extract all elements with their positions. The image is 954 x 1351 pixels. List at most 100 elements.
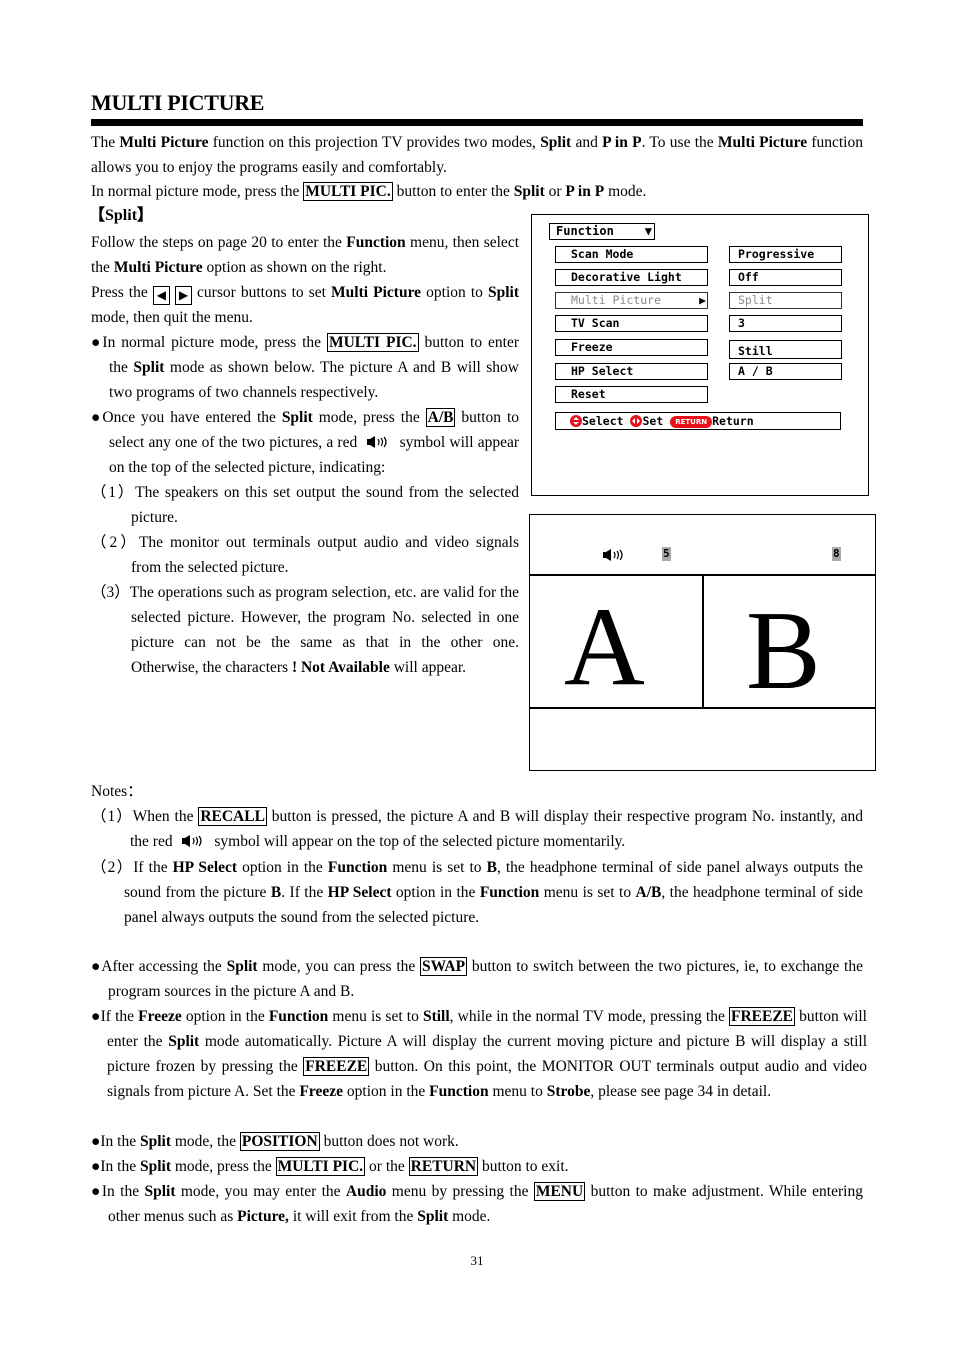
menu-value-tv-scan[interactable]: 3 [729,315,842,332]
note-1: （1）When the RECALL button is pressed, th… [91,804,863,854]
text: After accessing the [101,958,227,975]
bullet-swap: ●After accessing the Split mode, you can… [91,954,863,1004]
bullet-item: ●Once you have entered the Split mode, p… [91,405,519,480]
note-number: （2） [91,859,134,876]
menu-item-reset[interactable]: Reset [555,386,708,403]
split-screen-figure: 5 8 A B [529,514,876,771]
text: The speakers on this set output the soun… [131,484,519,526]
menu-item-tv-scan[interactable]: TV Scan [555,315,708,332]
text: mode as shown below. The picture A and B… [109,359,519,401]
menu-title[interactable]: Function ▼ [549,223,655,240]
text: Once you have entered the [102,409,282,426]
item-number: （2） [91,534,139,551]
text: menu is set to [328,1008,423,1025]
multi-pic-key: MULTI PIC. [303,182,393,201]
bold-term: P in P [602,134,642,151]
bold-term: Still [422,1008,450,1025]
menu-item-decorative-light[interactable]: Decorative Light [555,269,708,286]
multi-pic-key: MULTI PIC. [275,1157,366,1176]
bold-term: Split [513,183,545,200]
bold-term: Split [168,1033,200,1050]
picture-a-label: A [564,585,645,709]
bold-term: ! Not Available [291,659,390,676]
bold-term: Multi Picture [331,284,422,301]
text: symbol will appear on the top of the sel… [210,833,626,850]
return-key: RETURN [408,1157,479,1176]
text: mode. [604,183,647,200]
numbered-item: （3）The operations such as program select… [91,580,519,680]
picture-b-label: B [746,589,821,713]
text: button does not work. [319,1133,459,1150]
split-instructions: Follow the steps on page 20 to enter the… [91,230,519,680]
recall-key: RECALL [198,807,267,826]
split-step-2: Press the ◀ ▶ cursor buttons to set Mult… [91,280,519,330]
text: function on this projection TV provides … [208,134,541,151]
divider [702,575,704,708]
ab-key: A/B [425,408,456,427]
menu-item-freeze[interactable]: Freeze [555,339,708,356]
bold-term: Multi Picture [113,259,203,276]
text: Press the [91,284,153,301]
bold-term: Function [327,859,388,876]
numbered-item: （1）The speakers on this set output the s… [91,480,519,530]
bullet-icon: ● [91,1133,101,1150]
title-rule [91,119,863,126]
bullet-icon: ● [91,334,103,351]
split-step-1: Follow the steps on page 20 to enter the… [91,230,519,280]
bold-term: Split [139,1133,171,1150]
menu-value-decorative-light[interactable]: Off [729,269,842,286]
menu-item-hp-select[interactable]: HP Select [555,363,708,380]
bold-term: Split [540,134,572,151]
menu-value-hp-select[interactable]: A / B [729,363,842,380]
menu-value-scan-mode[interactable]: Progressive [729,246,842,263]
program-number-a: 5 [662,547,671,561]
text: The [91,134,120,151]
menu-value-freeze[interactable]: Still [729,340,842,359]
set-hint: Set [642,414,664,428]
bold-term: Split [133,359,165,376]
bold-term: Picture, [237,1208,289,1225]
program-number-b: 8 [832,547,841,561]
text: , while in the normal TV mode, pressing … [449,1008,729,1025]
select-hint: Select [582,414,624,428]
bold-term: Split [139,1158,171,1175]
bold-term: Function [346,234,406,251]
menu-item-multi-picture[interactable]: Multi Picture ▶ [555,292,708,309]
text: mode, you can press the [257,958,421,975]
bold-term: Split [226,958,258,975]
bullet-position: ●In the Split mode, the POSITION button … [91,1129,863,1154]
bold-term: Strobe [546,1083,591,1100]
section-title: MULTI PICTURE [91,90,265,115]
text: option in the [391,884,480,901]
bullet-icon: ● [91,409,103,426]
speaker-icon [367,436,387,448]
text: mode, press the [312,409,426,426]
position-key: POSITION [239,1132,320,1151]
menu-help-bar: Select Set RETURN Return [555,412,841,430]
notes-heading: Notes： [91,783,143,800]
freeze-key: FREEZE [303,1057,370,1076]
menu-item-scan-mode[interactable]: Scan Mode [555,246,708,263]
text: . If the [281,884,328,901]
text: button to exit. [478,1158,569,1175]
text: In normal picture mode, press the [102,334,327,351]
text: button to enter the [392,183,514,200]
swap-key: SWAP [420,957,468,976]
bold-term: HP Select [172,859,238,876]
bold-term: B [486,859,497,876]
text: option in the [181,1008,269,1025]
text: When the [132,808,199,825]
text: Follow the steps on page 20 to enter the [91,234,347,251]
intro-paragraph-2: In normal picture mode, press the MULTI … [91,179,863,204]
left-right-icon [630,415,643,427]
item-number: （3） [91,584,130,601]
bold-term: Split [144,1183,176,1200]
bullet-icon: ● [91,1008,101,1025]
left-arrow-key-icon: ◀ [152,286,170,305]
bold-term: Function [479,884,540,901]
menu-value-multi-picture[interactable]: Split [729,292,842,309]
bullet-item: ●In normal picture mode, press the MULTI… [91,330,519,405]
intro-paragraph: The Multi Picture function on this proje… [91,130,863,180]
bold-term: Multi Picture [717,134,808,151]
bold-term: Audio [345,1183,387,1200]
